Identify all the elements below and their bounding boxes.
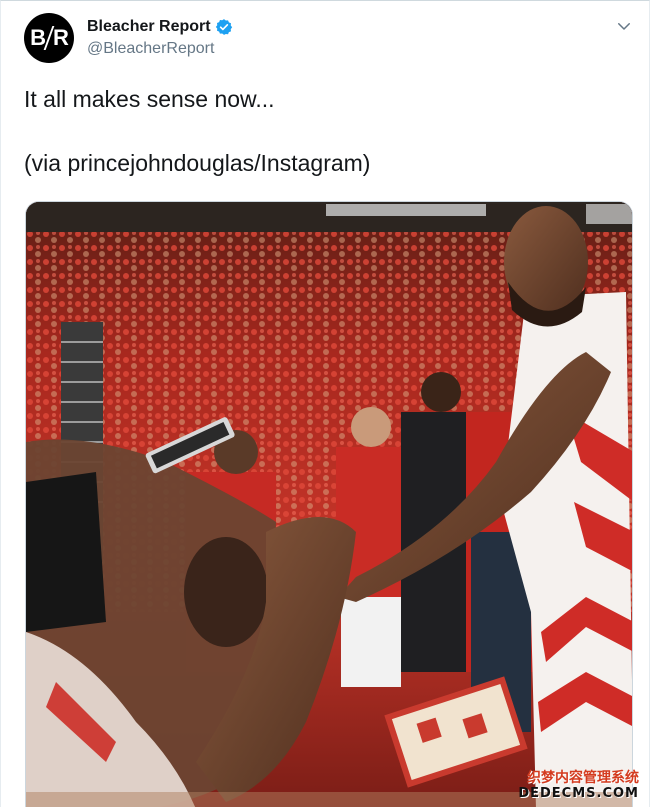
- tweet-header: B R Bleacher Report @BleacherReport: [24, 13, 633, 69]
- basketball-arena-scene-image: [26, 202, 632, 807]
- author-display-name[interactable]: Bleacher Report: [87, 17, 211, 37]
- tweet-media-video[interactable]: [25, 201, 633, 807]
- avatar-letter-right: R: [53, 25, 69, 50]
- author-names: Bleacher Report @BleacherReport: [87, 13, 233, 59]
- chevron-down-icon[interactable]: [615, 17, 633, 35]
- tweet-text: It all makes sense now... (via princejoh…: [24, 83, 629, 179]
- avatar-letter-left: B: [30, 25, 46, 50]
- tweet-card: B R Bleacher Report @BleacherReport It a…: [0, 0, 650, 807]
- verified-badge-icon: [215, 19, 232, 35]
- display-name-row: Bleacher Report: [87, 17, 233, 37]
- tweet-text-gap: [24, 115, 629, 147]
- tweet-text-line-1: It all makes sense now...: [24, 86, 275, 112]
- tweet-text-line-2: (via princejohndouglas/Instagram): [24, 150, 371, 176]
- watermark: 织梦内容管理系统 DEDECMS.COM: [518, 770, 639, 801]
- author-handle[interactable]: @BleacherReport: [87, 39, 233, 59]
- watermark-line-2: DEDECMS.COM: [518, 785, 639, 801]
- watermark-line-1: 织梦内容管理系统: [527, 770, 639, 787]
- author-avatar[interactable]: B R: [24, 13, 74, 63]
